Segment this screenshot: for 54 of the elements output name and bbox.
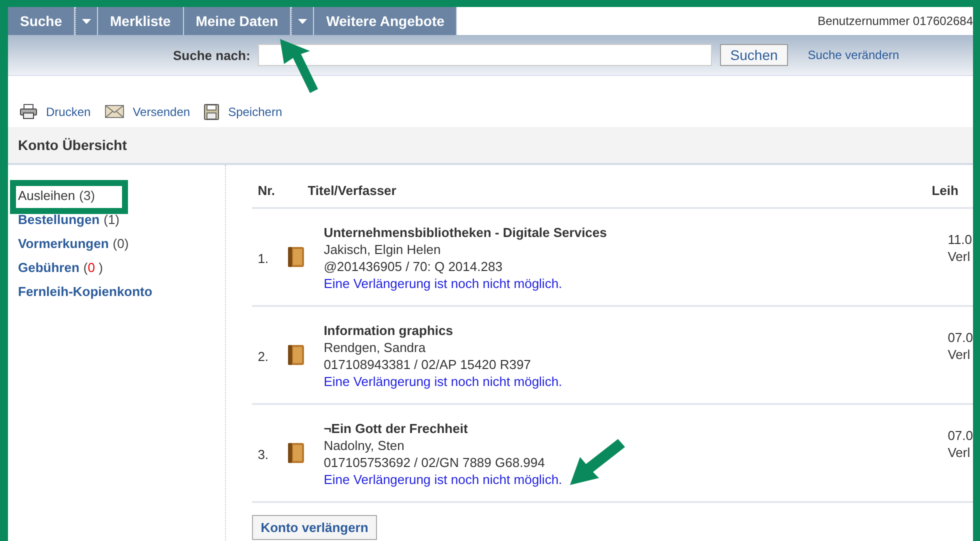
item-author: Nadolny, Sten xyxy=(324,438,406,453)
printer-icon xyxy=(20,104,37,119)
dropdown-toggle[interactable] xyxy=(291,7,314,35)
item-signature: @201436905 / 70: Q 2014.283 xyxy=(324,259,504,274)
column-header: Leih xyxy=(932,182,960,198)
caret-icon xyxy=(82,18,92,24)
column-header: Titel/Verfasser xyxy=(308,182,398,198)
section-title: Konto Übersicht xyxy=(18,137,127,153)
sidebar-item[interactable]: Bestellungen (1) xyxy=(18,212,225,227)
book-icon xyxy=(288,247,304,267)
due-date: 07.0 xyxy=(948,428,973,443)
toolbar-link[interactable]: Versenden xyxy=(104,99,190,124)
item-title: ¬Ein Gott der Frechheit xyxy=(324,421,469,436)
annotation-arrow xyxy=(278,37,318,93)
item-signature: 017108943381 / 02/AP 15420 R397 xyxy=(324,357,532,372)
book-icon xyxy=(288,443,304,463)
renewal-status: Verl xyxy=(948,249,972,264)
row-number: 2. xyxy=(258,348,270,364)
caret-icon xyxy=(298,18,308,24)
toolbar-link[interactable]: Speichern xyxy=(204,99,282,124)
renewal-status: Verl xyxy=(948,347,972,362)
sidebar-item[interactable]: Vormerkungen (0) xyxy=(18,236,225,251)
due-date: 11.0 xyxy=(948,232,973,247)
item-title: Information graphics xyxy=(324,323,454,338)
nav-tab[interactable]: Meine Daten xyxy=(184,7,292,35)
due-date: 07.0 xyxy=(948,330,973,345)
row-number: 1. xyxy=(258,250,270,266)
sidebar-item[interactable]: Gebühren (0 ) xyxy=(18,260,225,275)
nav-tab[interactable]: Merkliste xyxy=(98,7,184,35)
sidebar-item[interactable]: Fernleih-Kopienkonto xyxy=(18,284,225,299)
renew-account-button[interactable]: Konto verlängern xyxy=(252,515,378,540)
toolbar-link[interactable]: Drucken xyxy=(20,99,91,124)
search-button[interactable]: Suchen xyxy=(720,44,788,66)
renewal-note-link[interactable]: Eine Verlängerung ist noch nicht möglich. xyxy=(324,472,948,487)
modify-search-link[interactable]: Suche verändern xyxy=(808,48,900,62)
envelope-icon xyxy=(104,105,124,118)
sidebar-item[interactable]: Ausleihen (3) xyxy=(18,188,225,203)
renewal-note-link[interactable]: Eine Verlängerung ist noch nicht möglich. xyxy=(324,374,948,389)
item-title: Unternehmensbibliotheken - Digitale Services xyxy=(324,225,608,240)
user-number: Benutzernummer 017602684 xyxy=(818,14,973,28)
search-field[interactable] xyxy=(258,44,712,66)
renewal-note-link[interactable]: Eine Verlängerung ist noch nicht möglich. xyxy=(324,276,948,291)
nav-tab[interactable]: Weitere Angebote xyxy=(314,7,458,35)
book-icon xyxy=(288,345,304,365)
item-signature: 017105753692 / 02/GN 7889 G68.994 xyxy=(324,455,546,470)
search-label: Suche nach: xyxy=(173,48,250,62)
row-number: 3. xyxy=(258,446,270,462)
item-author: Rendgen, Sandra xyxy=(324,340,427,355)
annotation-arrow xyxy=(568,439,626,487)
item-author: Jakisch, Elgin Helen xyxy=(324,242,442,257)
column-header: Nr. xyxy=(256,182,276,198)
renewal-status: Verl xyxy=(948,445,972,460)
nav-tab[interactable]: Suche xyxy=(8,7,76,35)
dropdown-toggle[interactable] xyxy=(75,7,98,35)
